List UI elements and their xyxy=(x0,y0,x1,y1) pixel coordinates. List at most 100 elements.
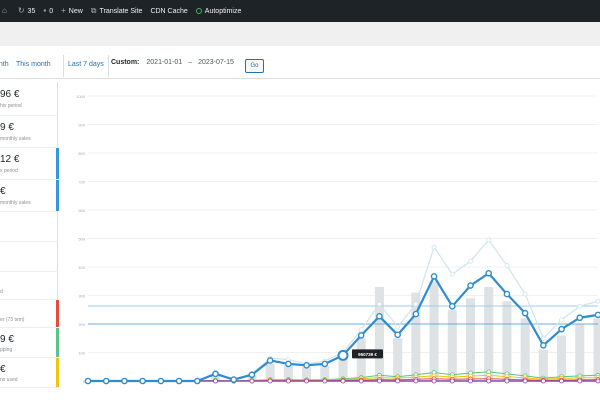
cdn-label: CDN Cache xyxy=(150,7,188,15)
data-point xyxy=(358,327,364,333)
home-menu[interactable]: ⌂ xyxy=(2,7,10,15)
custom-label: Custom: xyxy=(111,59,140,66)
data-point xyxy=(468,258,473,264)
data-point xyxy=(304,378,309,384)
data-point xyxy=(266,357,274,364)
comment-icon: ▪ xyxy=(43,6,47,15)
updates-count: 0 xyxy=(49,7,54,15)
y-tick-label: 800 xyxy=(78,151,85,156)
data-point xyxy=(576,314,584,322)
date-to-input[interactable]: 2023-07-15 xyxy=(198,59,234,66)
legend-item[interactable]: € monthly sales xyxy=(0,180,59,212)
data-point xyxy=(504,263,510,268)
data-point xyxy=(559,378,564,384)
comments-menu[interactable]: ↻ 35 xyxy=(18,7,36,15)
legend-desc: s period xyxy=(0,167,18,174)
legend-color-stripe xyxy=(56,300,59,327)
legend-item[interactable] xyxy=(0,242,58,272)
legend-item[interactable]: 96 € his period xyxy=(0,82,58,116)
data-point xyxy=(267,378,273,384)
highlighted-point xyxy=(337,349,349,361)
data-point xyxy=(522,291,528,297)
data-point xyxy=(559,317,564,323)
bar xyxy=(557,335,567,381)
y-tick-label: 500 xyxy=(78,237,85,242)
legend-desc: monthly sales xyxy=(0,135,31,142)
data-point xyxy=(102,377,110,385)
bar xyxy=(484,286,494,381)
data-point xyxy=(358,378,364,384)
updates-icon: ↻ xyxy=(17,6,25,15)
data-point xyxy=(521,309,529,317)
data-point xyxy=(431,378,437,384)
data-point xyxy=(448,303,456,310)
data-point xyxy=(249,378,255,384)
y-tick-label: 400 xyxy=(78,265,85,270)
data-point xyxy=(303,362,310,369)
bar xyxy=(465,298,476,381)
data-point xyxy=(540,342,547,349)
data-point xyxy=(139,377,146,385)
data-point xyxy=(285,360,292,368)
legend-value: € xyxy=(0,364,6,375)
data-point xyxy=(340,378,346,384)
tab-this-month[interactable]: This month xyxy=(16,61,51,68)
legend-desc: his period xyxy=(0,103,22,110)
go-button[interactable]: Go xyxy=(245,59,264,73)
data-point xyxy=(377,301,382,307)
comments-count: 35 xyxy=(27,7,36,15)
data-point xyxy=(504,378,510,384)
data-point xyxy=(395,324,401,330)
data-point xyxy=(595,378,600,384)
translate-menu[interactable]: ⧉ Translate Site xyxy=(91,7,143,15)
legend-item[interactable]: 12 € s period xyxy=(0,148,59,180)
legend-desc: monthly sales xyxy=(0,199,31,206)
date-from-input[interactable]: 2021-01-01 xyxy=(146,59,182,66)
data-point xyxy=(377,378,382,384)
autoptimize-menu[interactable]: Autoptimize xyxy=(195,8,241,15)
legend-item[interactable]: er (73 tem) xyxy=(0,300,59,328)
data-point xyxy=(376,313,383,320)
data-point xyxy=(84,377,92,385)
new-label: New xyxy=(68,7,83,15)
data-point xyxy=(394,331,401,339)
updates-menu[interactable]: ▪ 0 xyxy=(43,7,53,15)
tab-last-month[interactable]: onth xyxy=(0,61,9,68)
y-tick-label: 600 xyxy=(78,208,85,213)
translate-icon: ⧉ xyxy=(90,6,97,15)
data-point xyxy=(468,378,473,384)
y-tick-label: 900 xyxy=(78,123,85,128)
y-tick-label: 700 xyxy=(78,180,85,185)
admin-bar: ⌂ ↻ 35 ▪ 0 + New ⧉ Translate Site CDN Ca… xyxy=(0,0,600,22)
data-point xyxy=(412,310,420,318)
data-point xyxy=(503,290,511,298)
bar xyxy=(356,338,366,381)
home-icon: ⌂ xyxy=(2,6,7,15)
tab-last-7-days[interactable]: Last 7 days xyxy=(63,55,109,77)
legend-color-stripe xyxy=(56,180,59,211)
custom-range: Custom: 2021-01-01 – 2023-07-15 xyxy=(111,59,234,66)
translate-label: Translate Site xyxy=(99,7,143,15)
legend-item[interactable]: 9 € pping xyxy=(0,328,59,358)
data-point xyxy=(321,360,329,368)
data-point xyxy=(413,378,419,384)
legend-value: 9 € xyxy=(0,122,14,134)
new-menu[interactable]: + New xyxy=(61,7,83,15)
chart-legend: 96 € his period 9 € monthly sales 12 € s peri… xyxy=(0,82,59,388)
tooltip-label: 950739 € xyxy=(358,352,377,357)
bar xyxy=(374,286,384,381)
legend-color-stripe xyxy=(56,358,59,387)
data-point xyxy=(577,378,583,384)
y-tick-label: 300 xyxy=(78,294,85,299)
legend-item[interactable]: 9 € monthly sales xyxy=(0,116,58,148)
data-point xyxy=(431,244,437,250)
bar xyxy=(429,281,439,381)
legend-item[interactable]: d xyxy=(0,272,58,300)
cdn-menu[interactable]: CDN Cache xyxy=(150,8,187,15)
bar xyxy=(575,324,585,381)
legend-item[interactable]: € ns used xyxy=(0,358,59,388)
legend-desc: er (73 tem) xyxy=(0,317,25,324)
legend-item[interactable] xyxy=(0,212,58,242)
legend-value: 9 € xyxy=(0,334,14,345)
data-point xyxy=(467,282,474,289)
